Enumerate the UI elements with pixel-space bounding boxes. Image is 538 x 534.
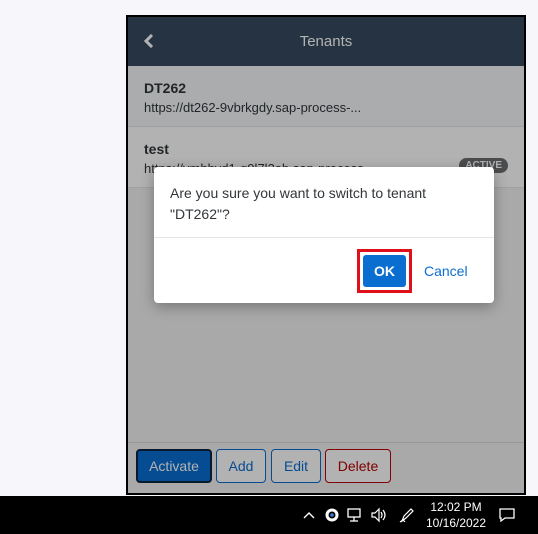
network-icon[interactable] xyxy=(345,506,365,524)
taskbar-clock[interactable]: 12:02 PM 10/16/2022 xyxy=(421,499,491,531)
app-window: Tenants DT262 https://dt262-9vbrkgdy.sap… xyxy=(126,15,526,495)
dialog-message: Are you sure you want to switch to tenan… xyxy=(170,185,427,222)
volume-icon[interactable] xyxy=(369,506,389,524)
clock-date: 10/16/2022 xyxy=(425,516,487,530)
defender-icon[interactable] xyxy=(322,506,342,524)
ok-button[interactable]: OK xyxy=(363,255,406,287)
taskbar: 12:02 PM 10/16/2022 xyxy=(0,496,538,534)
confirm-dialog: Are you sure you want to switch to tenan… xyxy=(154,167,494,303)
tenant-screen: Tenants DT262 https://dt262-9vbrkgdy.sap… xyxy=(128,17,524,493)
highlight-frame: OK xyxy=(357,249,412,293)
dialog-divider xyxy=(154,237,494,238)
cancel-button[interactable]: Cancel xyxy=(418,258,474,284)
clock-time: 12:02 PM xyxy=(430,500,482,514)
chevron-up-icon[interactable] xyxy=(299,506,319,524)
pen-icon[interactable] xyxy=(397,506,417,524)
modal-overlay: Are you sure you want to switch to tenan… xyxy=(128,17,524,493)
notification-icon[interactable] xyxy=(497,506,517,524)
